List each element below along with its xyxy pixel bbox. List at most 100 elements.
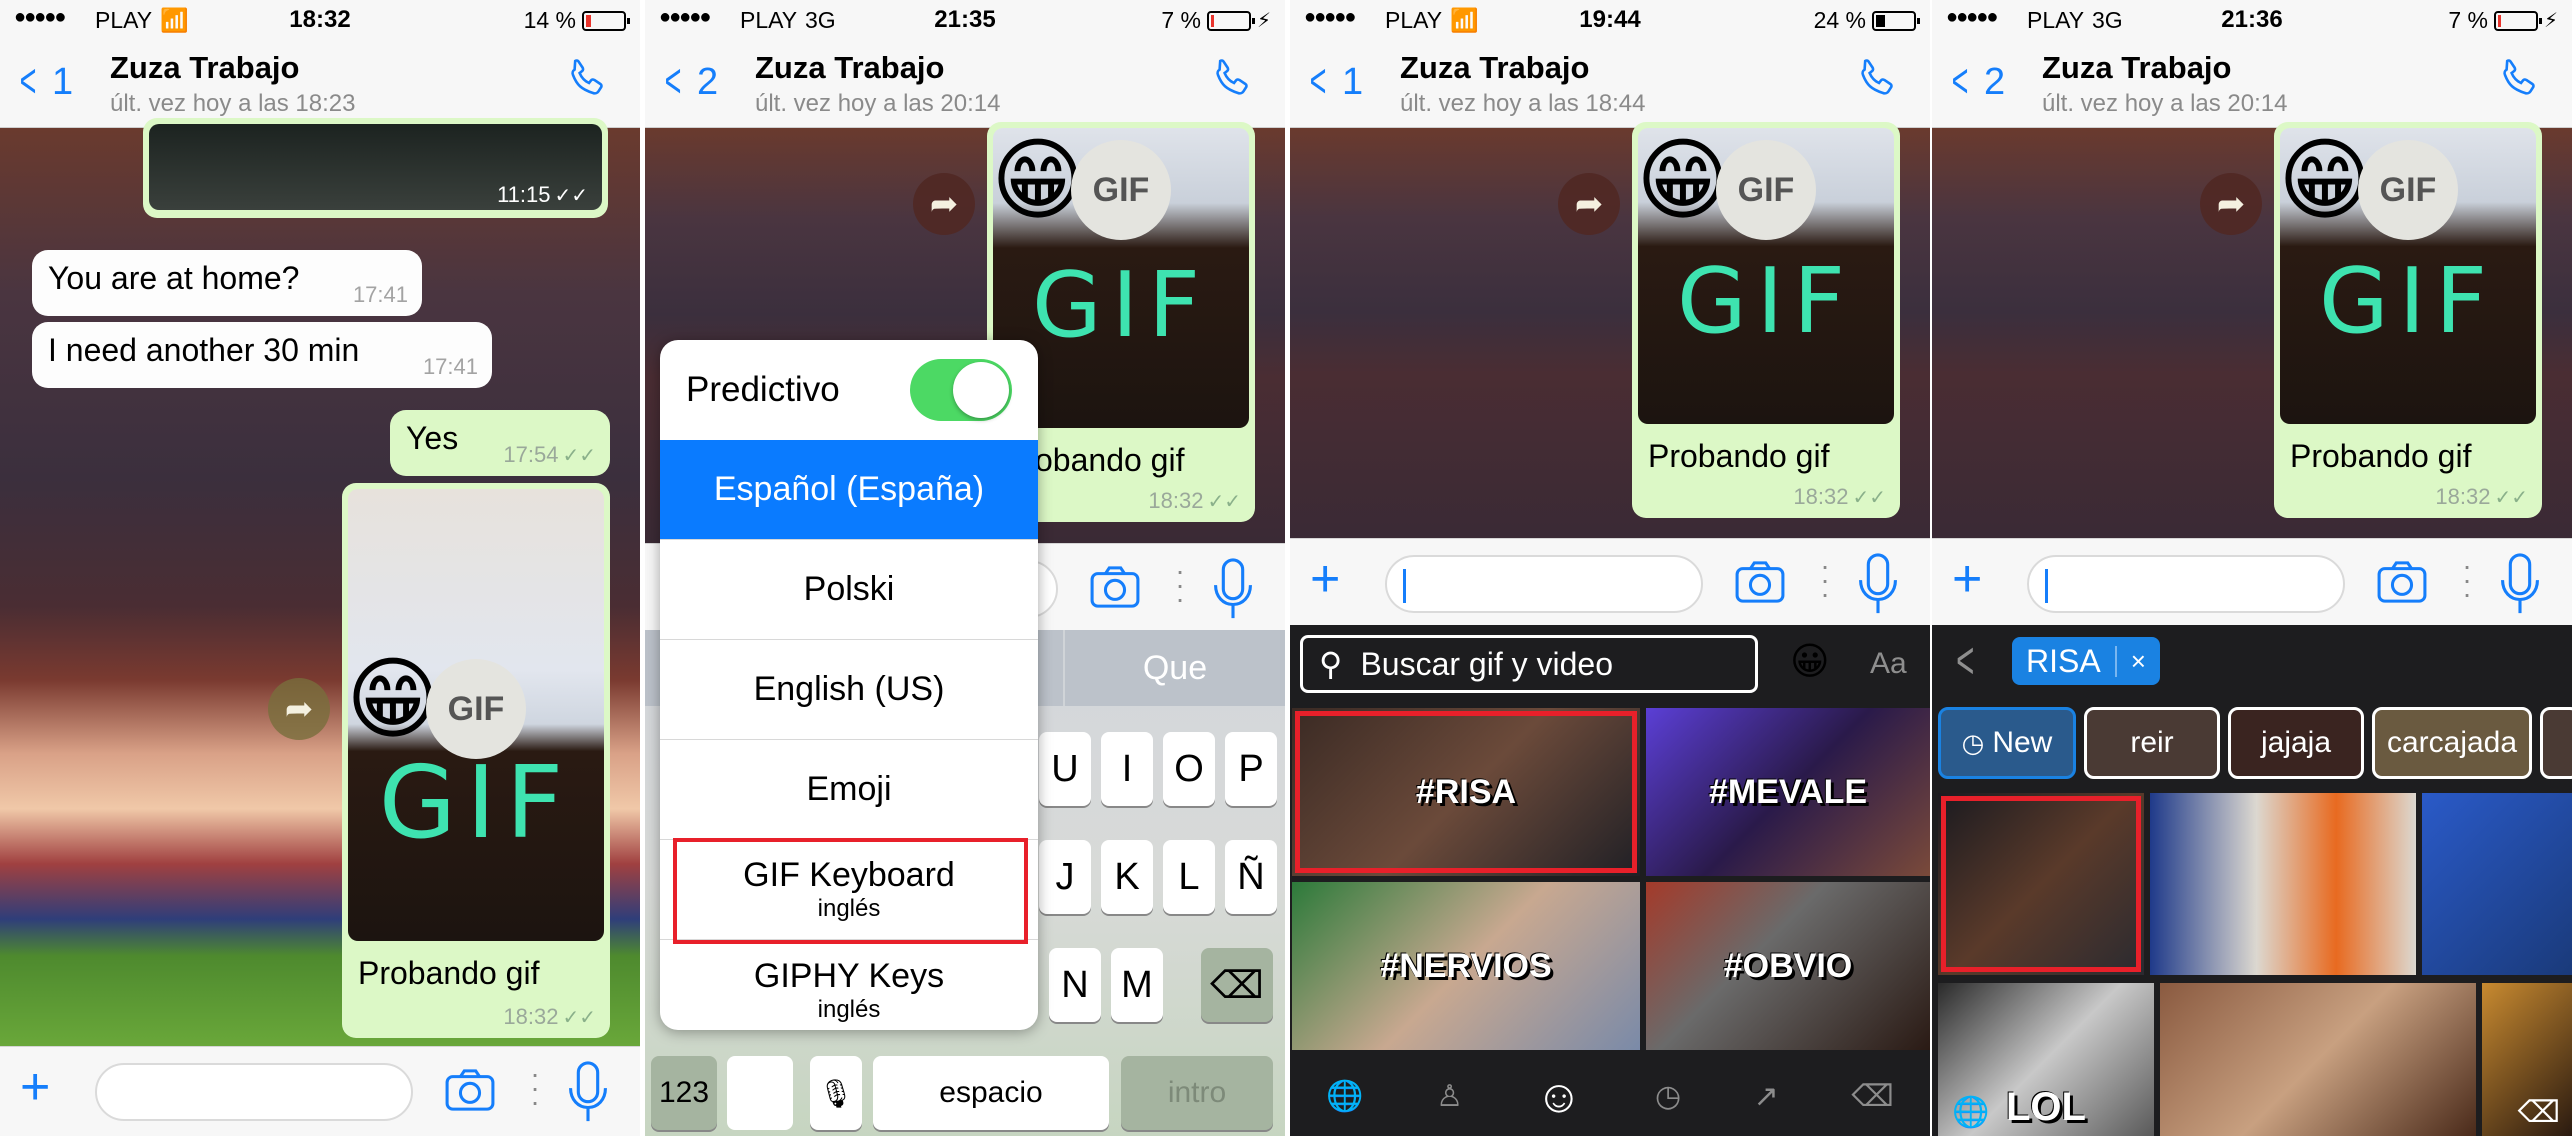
gif-result-tile[interactable] — [2150, 793, 2416, 975]
chip-more[interactable] — [2540, 707, 2572, 779]
chat-area[interactable]: ➦ 😁 GIF GIF Probando gif 18:32 ✓✓ — [1932, 122, 2572, 538]
key-n[interactable]: N — [1049, 948, 1101, 1022]
more-dots-icon[interactable]: · · · — [2462, 552, 2472, 608]
dictation-key[interactable]: 🎙 — [810, 1056, 862, 1130]
keyboard-option-english[interactable]: English (US) — [660, 640, 1038, 740]
keyboard-option-giphy-keys[interactable]: GIPHY Keys inglés — [660, 940, 1038, 1030]
keyboard-option-espanol[interactable]: Español (España) — [660, 440, 1038, 540]
last-seen: últ. vez hoy a las 20:14 — [755, 90, 1001, 117]
outgoing-message[interactable]: Yes 17:54 ✓✓ — [390, 410, 610, 476]
incoming-message[interactable]: I need another 30 min 17:41 — [32, 322, 492, 388]
chevron-left-icon[interactable]: < — [1956, 631, 1974, 691]
phone-call-icon[interactable] — [2494, 56, 2542, 104]
gif-message[interactable]: 😁 GIF GIF Probando gif 18:32 ✓✓ — [342, 483, 610, 1038]
incoming-message[interactable]: You are at home? 17:41 — [32, 250, 422, 316]
forward-button[interactable]: ➦ — [2200, 173, 2262, 235]
clear-tag-button[interactable]: × — [2114, 645, 2160, 677]
emoji-toggle-icon[interactable]: 😀 — [1790, 639, 1830, 684]
camera-icon[interactable] — [1735, 561, 1785, 603]
numbers-key[interactable]: 123 — [651, 1056, 717, 1130]
keyboard-option-emoji[interactable]: Emoji — [660, 740, 1038, 840]
image-message[interactable]: 11:15 ✓✓ — [143, 118, 608, 218]
gif-search-field[interactable]: ⚲ Buscar gif y video — [1300, 635, 1758, 693]
forward-button[interactable]: ➦ — [268, 678, 330, 740]
search-tag-pill[interactable]: RISA × — [2012, 637, 2160, 685]
phone-call-icon[interactable] — [562, 56, 610, 104]
back-button[interactable]: <2 — [659, 58, 719, 106]
contact-name[interactable]: Zuza Trabajo — [1400, 50, 1589, 86]
backspace-icon[interactable]: ⌫ — [1851, 1079, 1893, 1114]
chat-area[interactable]: 11:15 ✓✓ You are at home? 17:41 I need an… — [0, 118, 640, 1048]
suggestion-que[interactable]: Que — [1063, 630, 1285, 706]
plus-icon[interactable]: + — [20, 1061, 50, 1113]
camera-icon[interactable] — [445, 1069, 495, 1111]
back-button[interactable]: <2 — [1946, 58, 2006, 106]
more-dots-icon[interactable]: · · · — [1175, 557, 1185, 613]
predictive-toggle[interactable] — [910, 359, 1012, 421]
phone-call-icon[interactable] — [1852, 56, 1900, 104]
more-dots-icon[interactable]: · · · — [1820, 552, 1830, 608]
plus-icon[interactable]: + — [1310, 553, 1340, 605]
chip-jajaja[interactable]: jajaja — [2228, 707, 2364, 779]
key-o[interactable]: O — [1163, 732, 1215, 806]
key-p[interactable]: P — [1225, 732, 1277, 806]
recent-clock-icon[interactable]: ◷ — [1655, 1079, 1681, 1114]
plus-icon[interactable]: + — [1952, 553, 1982, 605]
contact-name[interactable]: Zuza Trabajo — [110, 50, 299, 86]
message-input[interactable] — [1385, 555, 1703, 613]
smiley-icon[interactable]: ☺ — [1536, 1069, 1583, 1123]
battery-percent: 7 % — [1161, 7, 1201, 33]
key-l[interactable]: L — [1163, 840, 1215, 914]
space-key[interactable]: espacio — [873, 1056, 1109, 1130]
gif-play-badge[interactable]: GIF — [1716, 140, 1816, 240]
chip-new[interactable]: ◷ New — [1938, 707, 2076, 779]
gif-play-badge[interactable]: GIF — [2358, 140, 2458, 240]
message-input[interactable] — [95, 1063, 413, 1121]
key-k[interactable]: K — [1101, 840, 1153, 914]
gif-tile-risa[interactable]: #RISA — [1292, 708, 1640, 876]
chip-carcajada[interactable]: carcajada — [2372, 707, 2532, 779]
message-input[interactable] — [2027, 555, 2345, 613]
globe-icon[interactable]: 🌐 — [1952, 1095, 1989, 1130]
gif-result-tile[interactable] — [2422, 793, 2572, 975]
profile-icon[interactable]: ♙ — [1436, 1079, 1463, 1114]
camera-icon[interactable] — [2377, 561, 2427, 603]
key-m[interactable]: M — [1111, 948, 1163, 1022]
keyboard-option-polski[interactable]: Polski — [660, 540, 1038, 640]
battery: 24 % — [1814, 7, 1920, 34]
more-dots-icon[interactable]: · · · — [530, 1060, 540, 1116]
forward-button[interactable]: ➦ — [1558, 173, 1620, 235]
contact-name[interactable]: Zuza Trabajo — [755, 50, 944, 86]
back-button[interactable]: <1 — [14, 58, 74, 106]
trending-icon[interactable]: ↗ — [1754, 1079, 1779, 1114]
gif-play-badge[interactable]: GIF — [1071, 140, 1171, 240]
gif-message[interactable]: 😁 GIF GIF Probando gif 18:32 ✓✓ — [1632, 122, 1900, 518]
contact-name[interactable]: Zuza Trabajo — [2042, 50, 2231, 86]
gif-result-tile[interactable] — [1938, 793, 2144, 975]
text-mode-button[interactable]: Aa — [1870, 647, 1907, 681]
chip-reir[interactable]: reir — [2084, 707, 2220, 779]
back-button[interactable]: <1 — [1304, 58, 1364, 106]
gif-result-tile[interactable] — [2160, 983, 2476, 1136]
microphone-icon[interactable] — [2500, 553, 2540, 615]
return-key[interactable]: intro — [1121, 1056, 1273, 1130]
backspace-icon[interactable]: ⌫ — [2518, 1095, 2560, 1130]
microphone-icon[interactable] — [1213, 558, 1253, 620]
microphone-icon[interactable] — [1858, 553, 1898, 615]
microphone-icon[interactable] — [568, 1061, 608, 1123]
gif-tile-mevale[interactable]: #MEVALE — [1646, 708, 1930, 876]
camera-icon[interactable] — [1090, 566, 1140, 608]
phone-call-icon[interactable] — [1207, 56, 1255, 104]
chat-area[interactable]: ➦ 😁 GIF GIF Probando gif 18:32 ✓✓ — [1290, 122, 1930, 538]
globe-key[interactable] — [727, 1056, 793, 1130]
key-u[interactable]: U — [1039, 732, 1091, 806]
delete-key[interactable]: ⌫ — [1201, 948, 1273, 1022]
gif-tile-obvio[interactable]: #OBVIO — [1646, 882, 1930, 1050]
forward-button[interactable]: ➦ — [913, 173, 975, 235]
key-enye[interactable]: Ñ — [1225, 840, 1277, 914]
gif-tile-nervios[interactable]: #NERVIOS — [1292, 882, 1640, 1050]
globe-icon[interactable]: 🌐 — [1326, 1079, 1363, 1114]
key-j[interactable]: J — [1039, 840, 1091, 914]
gif-message[interactable]: 😁 GIF GIF Probando gif 18:32 ✓✓ — [2274, 122, 2542, 518]
key-i[interactable]: I — [1101, 732, 1153, 806]
